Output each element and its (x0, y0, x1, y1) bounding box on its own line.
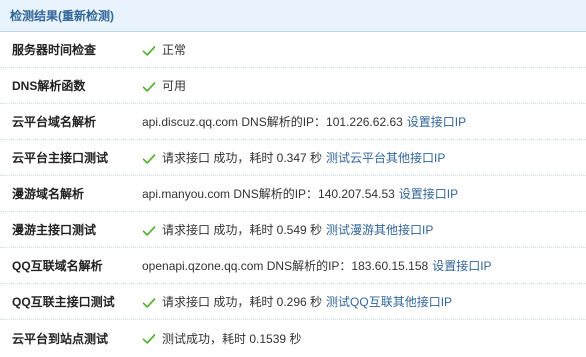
result-text: api.discuz.qq.com DNS解析的IP：101.226.62.63 (142, 115, 403, 129)
result-value: 正常 (142, 41, 586, 58)
result-action-link[interactable]: 测试漫游其他接口IP (326, 221, 433, 238)
result-row: QQ互联域名解析 openapi.qzone.qq.com DNS解析的IP：18… (0, 248, 586, 284)
check-icon (142, 331, 156, 345)
result-label: 云平台主接口测试 (12, 151, 109, 165)
check-results-panel: 检测结果(重新检测) 服务器时间检查 正常 DNS解析函数 可用云平台域名解析 api.… (0, 0, 586, 357)
result-text: openapi.qzone.qq.com DNS解析的IP：183.60.15.… (142, 259, 429, 273)
check-icon (142, 43, 156, 57)
result-row: 云平台主接口测试 请求接口 成功，耗时 0.347 秒测试云平台其他接口IP (0, 140, 586, 176)
result-label: 漫游主接口测试 (12, 223, 97, 237)
result-text: 正常 (162, 43, 187, 57)
result-text: 测试成功，耗时 0.1539 秒 (162, 331, 302, 346)
check-icon (142, 223, 156, 237)
result-label: 漫游域名解析 (12, 187, 85, 201)
result-text: 请求接口 成功，耗时 0.296 秒 (162, 295, 323, 309)
result-action-link[interactable]: 测试云平台其他接口IP (326, 149, 445, 166)
result-value: 测试成功，耗时 0.1539 秒 (142, 330, 586, 347)
result-row: 云平台到站点测试 测试成功，耗时 0.1539 秒 (0, 320, 586, 356)
result-row: 服务器时间检查 正常 (0, 32, 586, 68)
result-row: DNS解析函数 可用 (0, 68, 586, 104)
recheck-link[interactable]: 检测结果(重新检测) (10, 7, 114, 24)
result-label: 服务器时间检查 (12, 43, 97, 57)
result-row: 漫游主接口测试 请求接口 成功，耗时 0.549 秒测试漫游其他接口IP (0, 212, 586, 248)
result-action-link[interactable]: 设置接口IP (399, 185, 458, 202)
result-row: 云平台域名解析 api.discuz.qq.com DNS解析的IP：101.22… (0, 104, 586, 140)
result-value: openapi.qzone.qq.com DNS解析的IP：183.60.15.… (142, 257, 586, 274)
result-action-link[interactable]: 设置接口IP (432, 257, 491, 274)
result-text: 请求接口 成功，耗时 0.549 秒 (162, 223, 323, 237)
result-row: QQ互联主接口测试 请求接口 成功，耗时 0.296 秒测试QQ互联其他接口IP (0, 284, 586, 320)
result-action-link[interactable]: 设置接口IP (407, 113, 466, 130)
result-label: QQ互联域名解析 (12, 259, 103, 273)
result-value: 可用 (142, 77, 586, 94)
result-value: 请求接口 成功，耗时 0.347 秒测试云平台其他接口IP (142, 149, 586, 166)
result-text: 请求接口 成功，耗时 0.347 秒 (162, 151, 323, 165)
result-label: 云平台到站点测试 (12, 331, 109, 346)
result-value: api.discuz.qq.com DNS解析的IP：101.226.62.63… (142, 113, 586, 130)
result-value: 请求接口 成功，耗时 0.296 秒测试QQ互联其他接口IP (142, 293, 586, 310)
result-label: QQ互联主接口测试 (12, 295, 115, 309)
result-text: api.manyou.com DNS解析的IP：140.207.54.53 (142, 187, 395, 201)
result-text: 可用 (162, 79, 187, 93)
result-action-link[interactable]: 测试QQ互联其他接口IP (326, 293, 452, 310)
result-row: 漫游域名解析 api.manyou.com DNS解析的IP：140.207.54… (0, 176, 586, 212)
result-label: DNS解析函数 (12, 79, 86, 93)
result-label: 云平台域名解析 (12, 115, 97, 129)
result-value: api.manyou.com DNS解析的IP：140.207.54.53 设置接… (142, 185, 586, 202)
results-header: 检测结果(重新检测) (0, 0, 586, 32)
check-icon (142, 151, 156, 165)
result-value: 请求接口 成功，耗时 0.549 秒测试漫游其他接口IP (142, 221, 586, 238)
check-icon (142, 295, 156, 309)
results-list: 服务器时间检查 正常 DNS解析函数 可用云平台域名解析 api.discuz.qq.c… (0, 32, 586, 356)
check-icon (142, 79, 156, 93)
